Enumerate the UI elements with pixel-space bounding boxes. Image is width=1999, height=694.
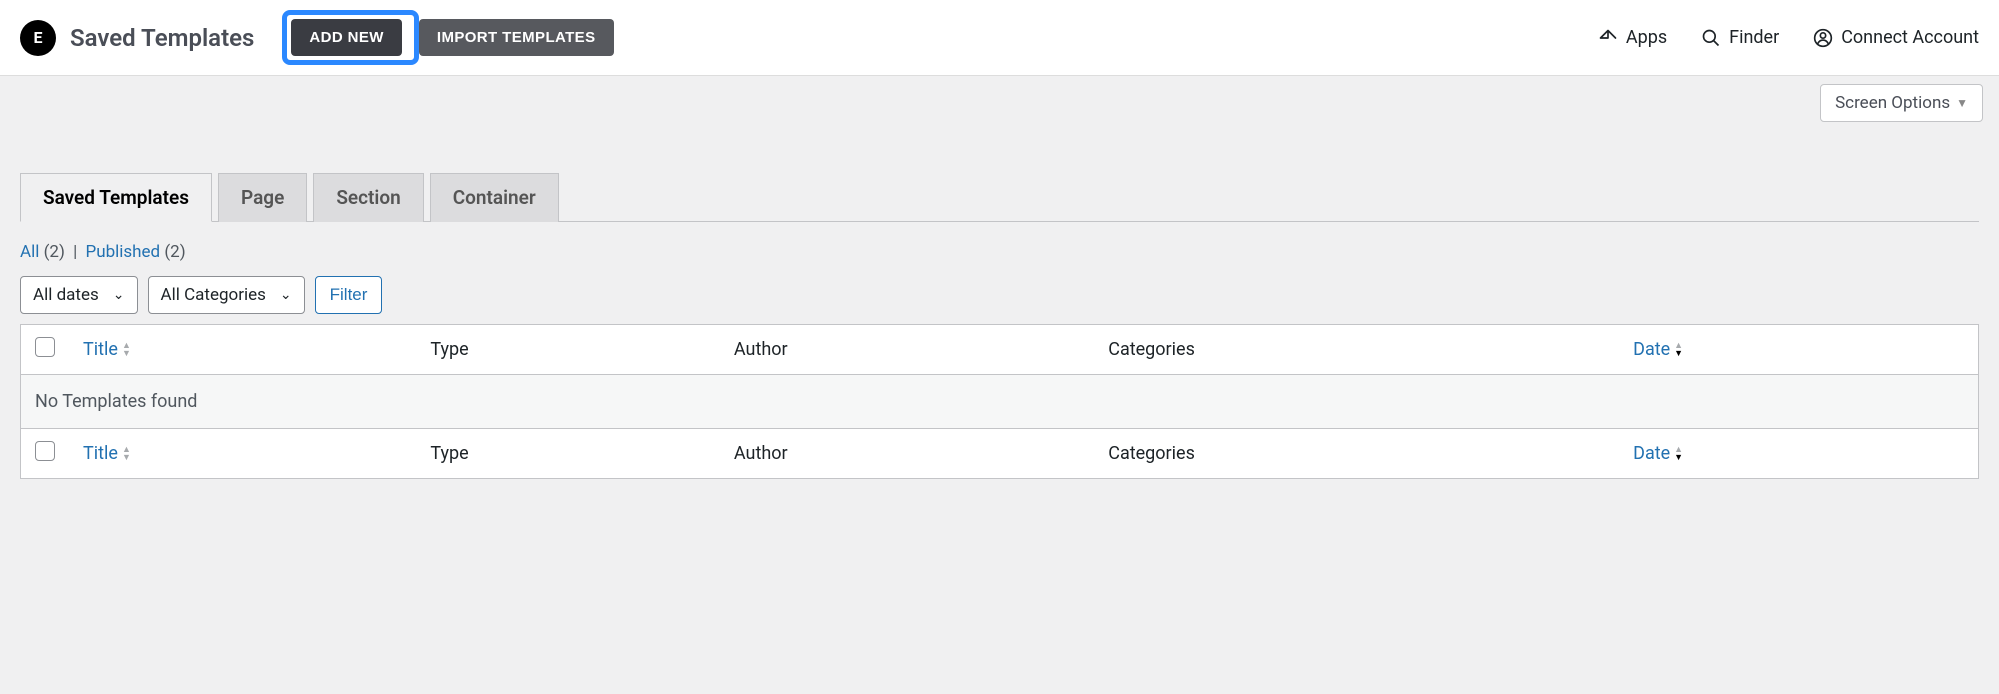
column-categories: Categories [1108,339,1195,360]
caret-down-icon: ▼ [1956,96,1968,110]
add-new-highlight: ADD NEW [282,10,418,65]
filter-controls: All dates ⌄ All Categories ⌄ Filter [20,276,1979,314]
add-new-button[interactable]: ADD NEW [291,19,401,56]
tab-saved-templates[interactable]: Saved Templates [20,173,212,222]
sort-icon: ▲▼ [122,342,131,358]
filter-all-link[interactable]: All [20,242,39,262]
connect-account-link[interactable]: Connect Account [1813,27,1979,48]
filter-published-link[interactable]: Published [85,242,160,262]
elementor-logo-icon: E [20,20,56,56]
search-icon [1701,28,1721,48]
apps-link[interactable]: Apps [1598,27,1667,48]
page-title: Saved Templates [70,24,254,52]
column-title-sort[interactable]: Title ▲▼ [83,339,131,360]
header-bar: E Saved Templates ADD NEW IMPORT TEMPLAT… [0,0,1999,76]
column-title-sort-footer[interactable]: Title ▲▼ [83,443,131,464]
screen-options-toggle[interactable]: Screen Options ▼ [1820,84,1983,122]
column-type-footer: Type [430,443,468,464]
all-count: (2) [44,242,65,262]
finder-link[interactable]: Finder [1701,27,1779,48]
tab-page[interactable]: Page [218,173,307,222]
user-circle-icon [1813,28,1833,48]
column-type: Type [430,339,468,360]
empty-message: No Templates found [21,375,1979,429]
published-count: (2) [164,242,185,262]
chevron-down-icon: ⌄ [113,287,125,303]
select-all-checkbox-top[interactable] [35,337,55,357]
column-author-footer: Author [734,443,788,464]
tab-container[interactable]: Container [430,173,559,222]
sort-icon: ▲▼ [122,446,131,462]
import-templates-button[interactable]: IMPORT TEMPLATES [419,19,614,56]
templates-table: Title ▲▼ Type Author Categories Date ▲▼ … [20,324,1979,479]
select-all-checkbox-bottom[interactable] [35,441,55,461]
chevron-down-icon: ⌄ [280,287,292,303]
status-filters: All (2) | Published (2) [20,242,1979,262]
category-filter-select[interactable]: All Categories ⌄ [148,276,305,314]
column-date-sort-footer[interactable]: Date ▲▼ [1633,443,1683,464]
screen-options-row: Screen Options ▼ [0,76,1999,122]
sort-icon: ▲▼ [1674,342,1683,358]
column-date-sort[interactable]: Date ▲▼ [1633,339,1683,360]
sort-icon: ▲▼ [1674,446,1683,462]
date-filter-select[interactable]: All dates ⌄ [20,276,138,314]
template-type-tabs: Saved Templates Page Section Container [20,172,1979,222]
apps-icon [1598,28,1618,48]
tab-section[interactable]: Section [313,173,423,222]
column-categories-footer: Categories [1108,443,1195,464]
filter-button[interactable]: Filter [315,276,383,314]
table-row-empty: No Templates found [21,375,1979,429]
column-author: Author [734,339,788,360]
